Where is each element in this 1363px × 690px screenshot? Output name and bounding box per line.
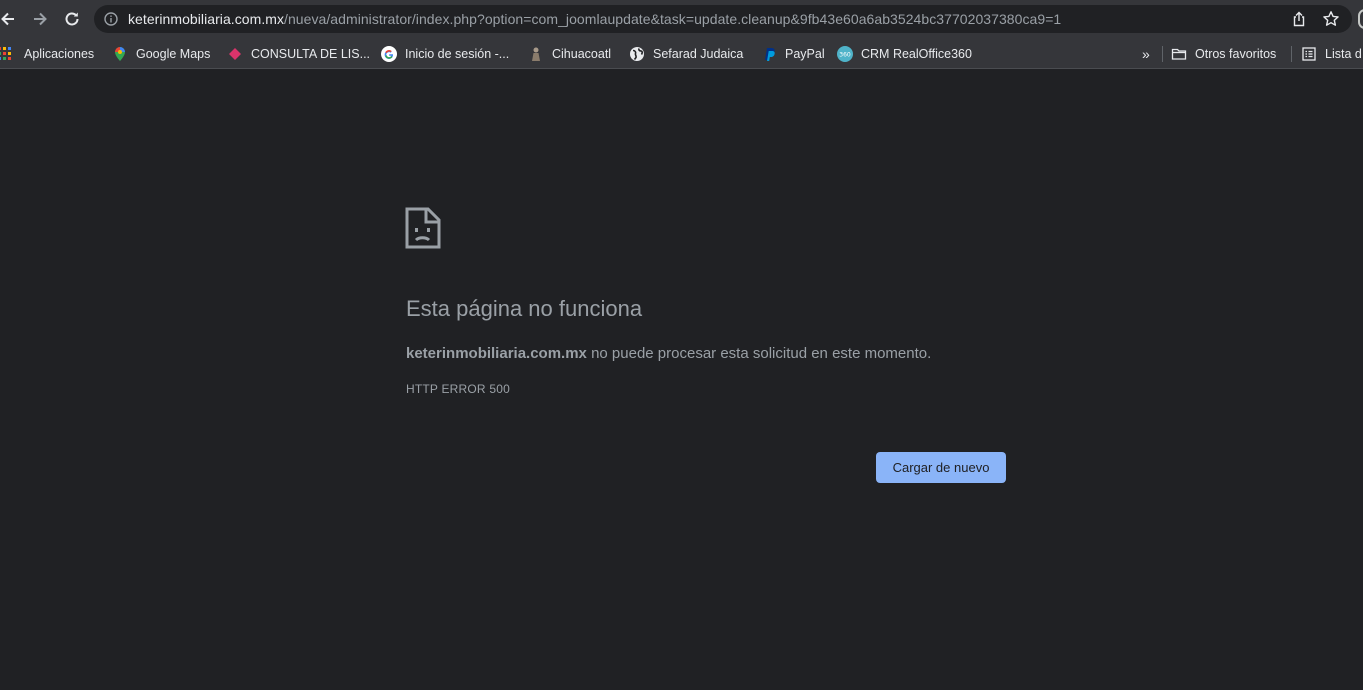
bookmark-crm-realoffice360[interactable]: 360 CRM RealOffice360 bbox=[837, 43, 972, 65]
reload-button[interactable] bbox=[60, 7, 84, 31]
url-text[interactable]: keterinmobiliaria.com.mx/nueva/administr… bbox=[128, 11, 1061, 27]
google-g-icon bbox=[381, 46, 397, 62]
figure-icon bbox=[528, 46, 544, 62]
error-message-text: no puede procesar esta solicitud en este… bbox=[586, 345, 932, 362]
bookmarks-divider bbox=[1162, 46, 1163, 62]
bookmark-google-maps[interactable]: Google Maps bbox=[112, 43, 210, 65]
address-bar[interactable]: keterinmobiliaria.com.mx/nueva/administr… bbox=[94, 5, 1352, 33]
bookmark-label: CONSULTA DE LIS... bbox=[251, 47, 371, 61]
bookmark-sefarad-judaica[interactable]: Sefarad Judaica bbox=[629, 43, 743, 65]
bookmarks-bar: Aplicaciones Google Maps CONSULTA DE LIS… bbox=[0, 38, 1363, 69]
back-button[interactable] bbox=[0, 7, 20, 31]
overflow-chevron-icon: » bbox=[1142, 46, 1150, 62]
diamond-icon bbox=[227, 46, 243, 62]
forward-button[interactable] bbox=[28, 7, 52, 31]
url-host: keterinmobiliaria.com.mx bbox=[128, 11, 285, 27]
error-title: Esta página no funciona bbox=[406, 296, 643, 321]
folder-icon bbox=[1171, 46, 1187, 62]
bookmark-apps[interactable]: Aplicaciones bbox=[0, 43, 94, 65]
forward-arrow-icon bbox=[34, 12, 47, 26]
sad-page-icon bbox=[405, 207, 441, 249]
reading-list-button[interactable]: Lista d bbox=[1301, 43, 1362, 65]
bookmark-label: Sefarad Judaica bbox=[653, 47, 744, 61]
site-info-icon[interactable] bbox=[104, 12, 118, 26]
bookmarks-overflow-button[interactable]: » bbox=[1142, 43, 1150, 65]
bookmark-star-icon[interactable] bbox=[1322, 10, 1340, 28]
error-message: keterinmobiliaria.com.mx no puede proces… bbox=[406, 345, 931, 362]
svg-text:360: 360 bbox=[839, 52, 851, 59]
maps-pin-icon bbox=[112, 46, 128, 62]
bookmark-other-favorites[interactable]: Otros favoritos bbox=[1171, 43, 1276, 65]
bookmark-paypal[interactable]: PayPal bbox=[761, 43, 825, 65]
reload-icon bbox=[65, 12, 79, 26]
reload-page-button[interactable]: Cargar de nuevo bbox=[876, 452, 1006, 483]
bookmark-label: CRM RealOffice360 bbox=[861, 47, 972, 61]
error-host: keterinmobiliaria.com.mx bbox=[406, 345, 587, 362]
bookmark-label: PayPal bbox=[785, 47, 825, 61]
bookmark-label: Aplicaciones bbox=[24, 47, 95, 61]
bookmark-cihuacoatl[interactable]: Cihuacoatl bbox=[528, 43, 611, 65]
share-icon[interactable] bbox=[1291, 11, 1307, 27]
browser-toolbar: keterinmobiliaria.com.mx/nueva/administr… bbox=[0, 0, 1363, 38]
realoffice360-icon: 360 bbox=[837, 46, 853, 62]
bookmark-label: Inicio de sesión -... bbox=[405, 47, 510, 61]
reading-list-icon bbox=[1301, 46, 1317, 62]
profile-avatar-icon[interactable] bbox=[1358, 9, 1363, 29]
bookmark-label: Otros favoritos bbox=[1195, 47, 1277, 61]
paypal-icon bbox=[761, 46, 777, 62]
bookmark-label: Google Maps bbox=[136, 47, 211, 61]
url-path: /nueva/administrator/index.php?option=co… bbox=[284, 11, 1062, 27]
bookmarks-divider bbox=[1291, 46, 1292, 62]
error-code: HTTP ERROR 500 bbox=[406, 382, 510, 396]
bookmark-consulta[interactable]: CONSULTA DE LIS... bbox=[227, 43, 370, 65]
bookmark-label: Lista d bbox=[1325, 47, 1362, 61]
bookmark-inicio-sesion[interactable]: Inicio de sesión -... bbox=[381, 43, 509, 65]
globe-icon bbox=[629, 46, 645, 62]
apps-grid-icon bbox=[0, 46, 16, 62]
bookmark-label: Cihuacoatl bbox=[552, 47, 612, 61]
back-arrow-icon bbox=[1, 12, 14, 26]
